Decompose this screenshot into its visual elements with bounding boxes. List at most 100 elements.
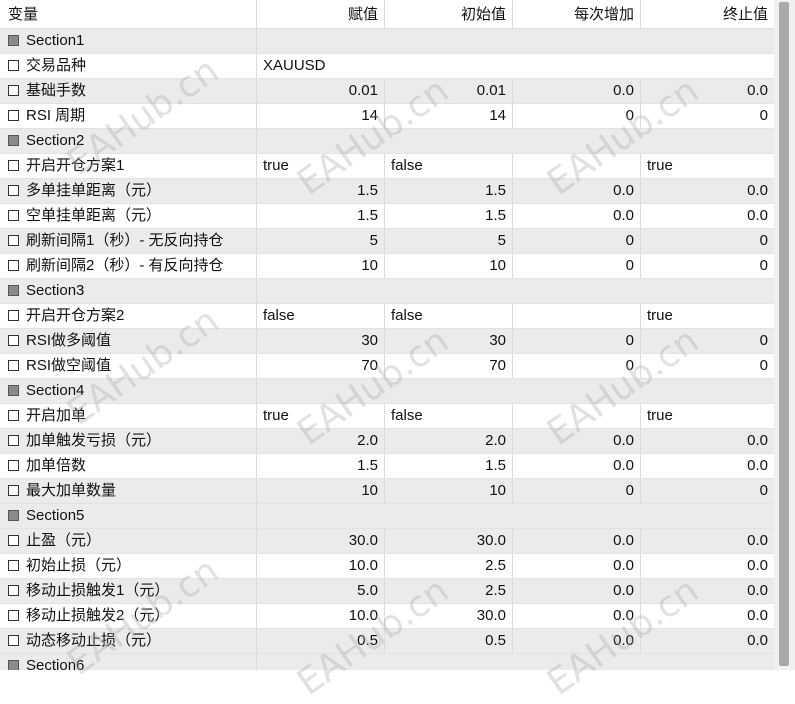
step-cell[interactable]	[513, 154, 641, 178]
step-cell[interactable]: 0.0	[513, 604, 641, 628]
section-row[interactable]: Section3	[0, 279, 774, 304]
optimize-checkbox[interactable]	[8, 560, 19, 571]
step-cell[interactable]: 0	[513, 329, 641, 353]
section-row[interactable]: Section6	[0, 654, 774, 670]
variable-name-cell[interactable]: 刷新间隔1（秒）- 无反向持仓	[0, 229, 257, 253]
optimize-checkbox[interactable]	[8, 460, 19, 471]
value-cell[interactable]: 30.0	[257, 529, 385, 553]
value-cell[interactable]: 2.0	[257, 429, 385, 453]
step-cell[interactable]	[513, 304, 641, 328]
stop-cell[interactable]: 0	[641, 354, 774, 378]
variable-name-cell[interactable]: 加单触发亏损（元）	[0, 429, 257, 453]
value-cell[interactable]: 10.0	[257, 554, 385, 578]
optimize-checkbox[interactable]	[8, 410, 19, 421]
stop-cell[interactable]: 0.0	[641, 579, 774, 603]
start-cell[interactable]: 2.5	[385, 579, 513, 603]
table-row[interactable]: 最大加单数量 10 10 0 0	[0, 479, 774, 504]
section-row[interactable]: Section4	[0, 379, 774, 404]
optimize-checkbox[interactable]	[8, 610, 19, 621]
optimize-checkbox[interactable]	[8, 510, 19, 521]
start-cell[interactable]: 5	[385, 229, 513, 253]
optimize-checkbox[interactable]	[8, 260, 19, 271]
variable-name-cell[interactable]: Section2	[0, 129, 257, 153]
stop-cell[interactable]: 0	[641, 104, 774, 128]
table-row[interactable]: 交易品种 XAUUSD	[0, 54, 774, 79]
variable-name-cell[interactable]: 移动止损触发1（元）	[0, 579, 257, 603]
start-cell[interactable]: 0.01	[385, 79, 513, 103]
table-row[interactable]: 开启开仓方案2 false false true	[0, 304, 774, 329]
optimize-checkbox[interactable]	[8, 635, 19, 646]
start-cell[interactable]: 30.0	[385, 604, 513, 628]
start-cell[interactable]: false	[385, 404, 513, 428]
optimize-checkbox[interactable]	[8, 85, 19, 96]
optimize-checkbox[interactable]	[8, 335, 19, 346]
vertical-scrollbar[interactable]	[774, 0, 795, 670]
start-cell[interactable]: 2.0	[385, 429, 513, 453]
stop-cell[interactable]: 0.0	[641, 79, 774, 103]
step-cell[interactable]: 0.0	[513, 629, 641, 653]
optimize-checkbox[interactable]	[8, 360, 19, 371]
variable-name-cell[interactable]: 移动止损触发2（元）	[0, 604, 257, 628]
value-cell[interactable]: 1.5	[257, 204, 385, 228]
table-row[interactable]: 刷新间隔1（秒）- 无反向持仓 5 5 0 0	[0, 229, 774, 254]
value-cell[interactable]: 1.5	[257, 454, 385, 478]
scrollbar-thumb[interactable]	[779, 2, 789, 666]
table-row[interactable]: 多单挂单距离（元） 1.5 1.5 0.0 0.0	[0, 179, 774, 204]
value-cell[interactable]: 10	[257, 254, 385, 278]
table-row[interactable]: RSI 周期 14 14 0 0	[0, 104, 774, 129]
optimize-checkbox[interactable]	[8, 385, 19, 396]
start-cell[interactable]: 70	[385, 354, 513, 378]
stop-cell[interactable]: 0.0	[641, 454, 774, 478]
start-cell[interactable]: false	[385, 304, 513, 328]
optimize-checkbox[interactable]	[8, 60, 19, 71]
value-cell[interactable]: 5.0	[257, 579, 385, 603]
start-cell[interactable]: 1.5	[385, 204, 513, 228]
stop-cell[interactable]: 0.0	[641, 604, 774, 628]
optimize-checkbox[interactable]	[8, 435, 19, 446]
section-row[interactable]: Section5	[0, 504, 774, 529]
table-row[interactable]: 初始止损（元） 10.0 2.5 0.0 0.0	[0, 554, 774, 579]
variable-name-cell[interactable]: 基础手数	[0, 79, 257, 103]
variable-name-cell[interactable]: 开启加单	[0, 404, 257, 428]
step-cell[interactable]: 0	[513, 254, 641, 278]
value-cell[interactable]: 1.5	[257, 179, 385, 203]
variable-name-cell[interactable]: Section1	[0, 29, 257, 53]
variable-name-cell[interactable]: 初始止损（元）	[0, 554, 257, 578]
value-cell[interactable]: true	[257, 154, 385, 178]
variable-name-cell[interactable]: Section6	[0, 654, 257, 670]
variable-name-cell[interactable]: 止盈（元）	[0, 529, 257, 553]
stop-cell[interactable]: 0.0	[641, 554, 774, 578]
optimize-checkbox[interactable]	[8, 660, 19, 670]
table-row[interactable]: 开启开仓方案1 true false true	[0, 154, 774, 179]
value-cell[interactable]: 0.5	[257, 629, 385, 653]
stop-cell[interactable]: 0.0	[641, 204, 774, 228]
header-value[interactable]: 赋值	[257, 0, 385, 28]
step-cell[interactable]: 0.0	[513, 529, 641, 553]
variable-name-cell[interactable]: 交易品种	[0, 54, 257, 78]
step-cell[interactable]: 0.0	[513, 429, 641, 453]
optimize-checkbox[interactable]	[8, 535, 19, 546]
variable-name-cell[interactable]: 加单倍数	[0, 454, 257, 478]
start-cell[interactable]: 30	[385, 329, 513, 353]
start-cell[interactable]: 14	[385, 104, 513, 128]
stop-cell[interactable]: 0.0	[641, 179, 774, 203]
table-row[interactable]: 空单挂单距离（元） 1.5 1.5 0.0 0.0	[0, 204, 774, 229]
table-row[interactable]: RSI做空阈值 70 70 0 0	[0, 354, 774, 379]
table-row[interactable]: 动态移动止损（元） 0.5 0.5 0.0 0.0	[0, 629, 774, 654]
variable-name-cell[interactable]: 动态移动止损（元）	[0, 629, 257, 653]
table-row[interactable]: 开启加单 true false true	[0, 404, 774, 429]
value-cell[interactable]: XAUUSD	[257, 54, 774, 78]
table-row[interactable]: 加单倍数 1.5 1.5 0.0 0.0	[0, 454, 774, 479]
header-variable[interactable]: 变量	[0, 0, 257, 28]
variable-name-cell[interactable]: 多单挂单距离（元）	[0, 179, 257, 203]
step-cell[interactable]	[513, 404, 641, 428]
step-cell[interactable]: 0.0	[513, 579, 641, 603]
step-cell[interactable]: 0.0	[513, 79, 641, 103]
table-row[interactable]: 移动止损触发2（元） 10.0 30.0 0.0 0.0	[0, 604, 774, 629]
stop-cell[interactable]: true	[641, 154, 774, 178]
optimize-checkbox[interactable]	[8, 110, 19, 121]
step-cell[interactable]: 0.0	[513, 454, 641, 478]
variable-name-cell[interactable]: 刷新间隔2（秒）- 有反向持仓	[0, 254, 257, 278]
table-row[interactable]: RSI做多阈值 30 30 0 0	[0, 329, 774, 354]
step-cell[interactable]: 0.0	[513, 554, 641, 578]
